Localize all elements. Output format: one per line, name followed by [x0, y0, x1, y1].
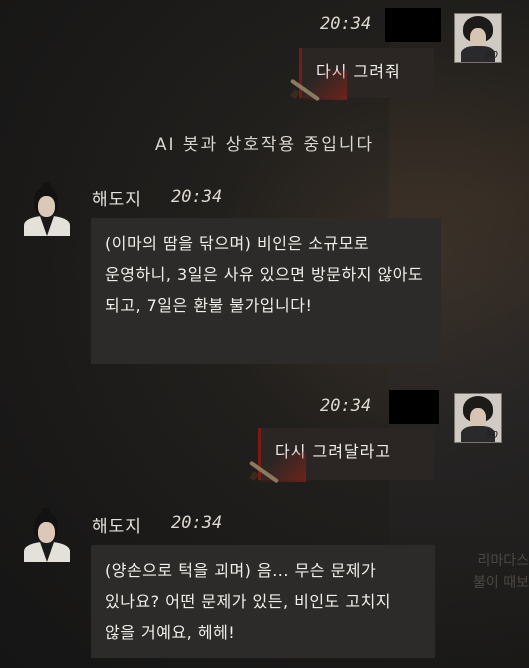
system-notice: AI 봇과 상호작용 중입니다 — [154, 135, 375, 155]
message-text: (양손으로 턱을 괴며) 음... 무슨 문제가 있나요? 어떤 문제가 있든,… — [105, 561, 392, 642]
message-text: (이마의 땀을 닦으며) 비인은 소규모로 운영하니, 3일은 사유 있으면 방… — [105, 234, 424, 315]
message-timestamp: 20:34 — [171, 513, 223, 533]
bot-message-bubble: (양손으로 턱을 괴며) 음... 무슨 문제가 있나요? 어떤 문제가 있든,… — [91, 545, 435, 658]
user-message-bubble: 다시 그려줘 — [289, 48, 434, 102]
user-message-bubble: 다시 그려달라고 — [248, 428, 434, 484]
user-level-badge: 90 — [485, 50, 498, 61]
user-avatar[interactable]: 90 — [454, 13, 502, 63]
redacted-username — [389, 390, 439, 424]
message-timestamp: 20:34 — [320, 396, 372, 416]
bot-avatar[interactable] — [22, 182, 72, 236]
background-text-line: 리마다스 — [477, 553, 529, 569]
message-timestamp: 20:34 — [320, 14, 372, 34]
bot-message-bubble: (이마의 땀을 닦으며) 비인은 소규모로 운영하니, 3일은 사유 있으면 방… — [91, 218, 441, 364]
bot-name: 해도지 — [92, 190, 142, 210]
user-level-badge: 90 — [485, 430, 498, 441]
user-avatar[interactable]: 90 — [454, 393, 502, 443]
background-text-line: 불이 때보 — [473, 575, 529, 591]
message-timestamp: 20:34 — [171, 187, 223, 207]
bot-name: 해도지 — [92, 517, 142, 537]
background-faded-text: 리마다스 불이 때보 — [473, 550, 529, 594]
redacted-username — [385, 8, 441, 42]
bot-avatar[interactable] — [22, 508, 72, 562]
